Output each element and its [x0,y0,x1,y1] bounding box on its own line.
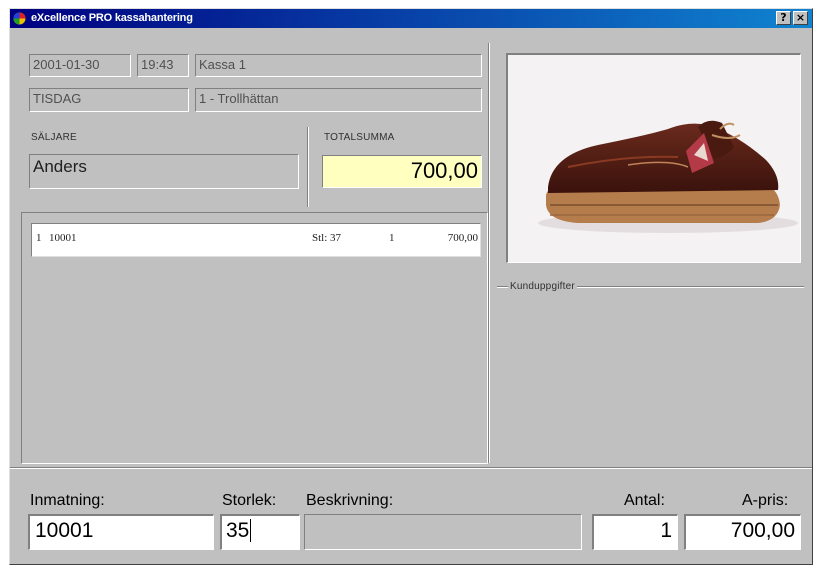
seller-field: Anders [29,154,299,189]
customer-panel [500,299,800,463]
receipt-panel: 1 10001 Stl: 37 1 700,00 [21,212,488,464]
table-row[interactable]: 1 10001 Stl: 37 1 700,00 [32,228,480,244]
title-bar[interactable]: eXcellence PRO kassahantering ? × [10,9,812,28]
date-field: 2001-01-30 [29,54,131,77]
row-size: Stl: 37 [312,232,342,244]
size-input[interactable]: 35 [220,514,300,550]
receipt-list[interactable]: 1 10001 Stl: 37 1 700,00 [31,223,481,257]
unit-price-input[interactable]: 700,00 [684,514,801,550]
app-icon [13,12,26,25]
weekday-field: TISDAG [29,88,189,112]
pos-window: eXcellence PRO kassahantering ? × 2001-0… [9,8,813,565]
size-value: 35 [226,519,250,542]
row-number: 1 [36,232,42,244]
vertical-divider [488,43,490,463]
quantity-label: Antal: [624,492,665,509]
description-field [304,514,582,550]
register-field: Kassa 1 [195,54,482,77]
unit-price-label: A-pris: [742,492,789,509]
close-button[interactable]: × [793,11,808,25]
total-label: TOTALSUMMA [324,132,395,143]
time-field: 19:43 [137,54,189,77]
bottom-divider [10,467,812,469]
product-image [506,53,801,263]
customer-label: Kunduppgifter [508,281,577,292]
seller-total-divider [307,127,309,207]
total-amount: 700,00 [322,155,482,188]
size-label: Storlek: [222,492,277,509]
store-field: 1 - Trollhättan [195,88,482,112]
input-label: Inmatning: [30,492,105,509]
help-button[interactable]: ? [776,11,791,25]
row-price: 700,00 [447,232,478,244]
row-article: 10001 [49,232,77,244]
text-caret [250,519,252,542]
window-title: eXcellence PRO kassahantering [31,12,193,24]
quantity-input[interactable]: 1 [592,514,678,550]
article-input[interactable]: 10001 [28,514,214,550]
seller-label: SÄLJARE [31,132,77,143]
description-label: Beskrivning: [306,492,394,509]
row-qty: 1 [389,232,395,244]
boat-shoe-photo [508,55,800,262]
